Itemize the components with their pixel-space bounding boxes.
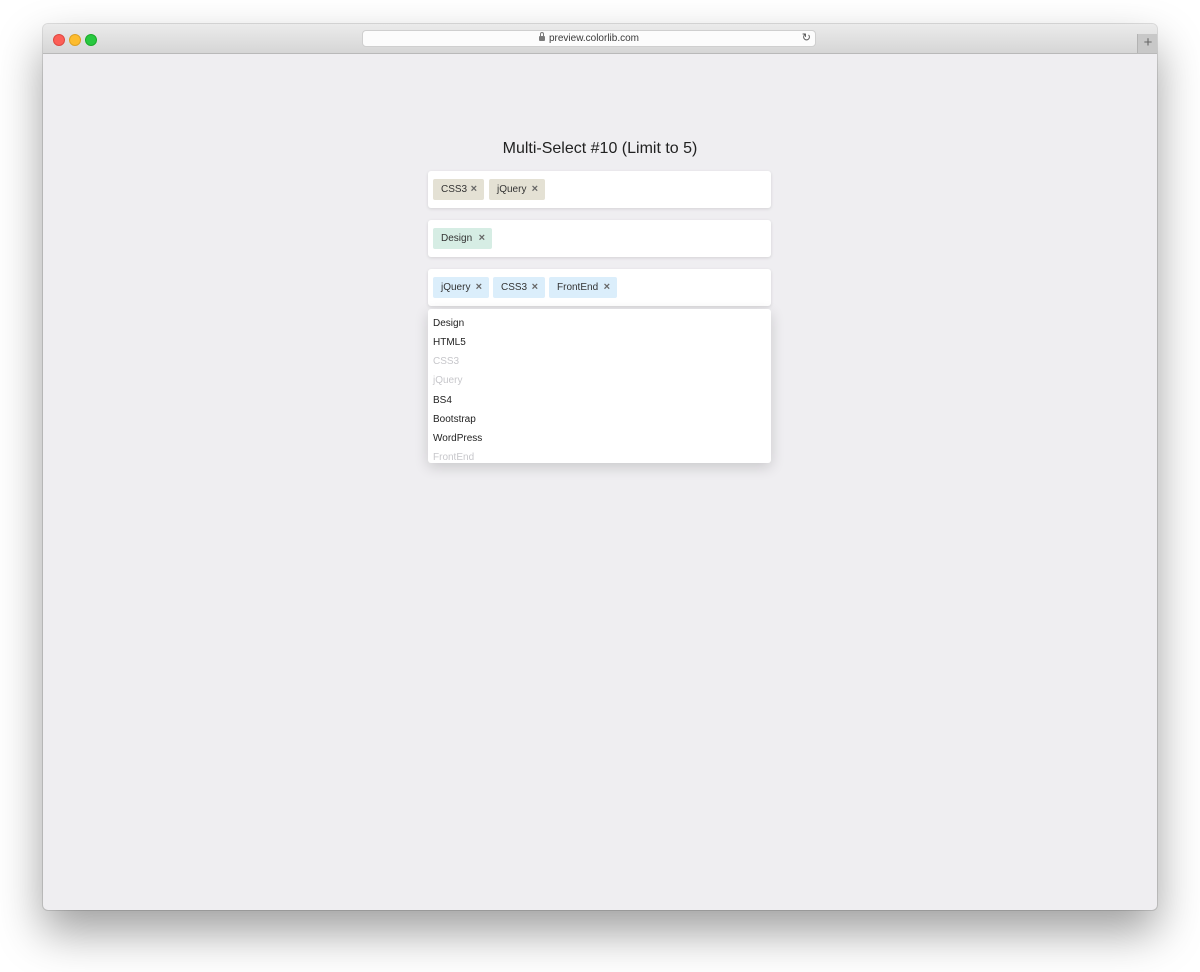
tag-label: jQuery	[441, 282, 471, 293]
remove-tag-icon[interactable]: ×	[471, 179, 477, 200]
selected-tag: jQuery ×	[433, 277, 489, 298]
selected-tag: CSS3 ×	[433, 179, 484, 200]
remove-tag-icon[interactable]: ×	[604, 277, 610, 298]
remove-tag-icon[interactable]: ×	[532, 179, 538, 200]
option-bs4[interactable]: BS4	[433, 391, 452, 410]
minimize-window-button[interactable]	[69, 34, 81, 46]
remove-tag-icon[interactable]: ×	[532, 277, 538, 298]
lock-icon	[538, 32, 545, 41]
multi-select-2[interactable]: Design ×	[428, 220, 771, 257]
tag-label: CSS3	[501, 282, 528, 293]
page-title: Multi-Select #10 (Limit to 5)	[502, 140, 698, 157]
selected-tag: jQuery ×	[489, 179, 545, 200]
selected-tag: FrontEnd ×	[549, 277, 617, 298]
option-html5[interactable]: HTML5	[433, 333, 466, 352]
tag-label: FrontEnd	[557, 282, 599, 293]
option-frontend: FrontEnd	[433, 452, 475, 463]
tag-label: Design	[441, 233, 473, 244]
reload-icon[interactable]: ↻	[802, 32, 811, 45]
option-bootstrap[interactable]: Bootstrap	[433, 410, 476, 429]
multi-select-3[interactable]: jQuery × CSS3 × FrontEnd ×	[428, 269, 771, 306]
option-jquery: jQuery	[433, 375, 463, 386]
tag-label: CSS3	[441, 184, 468, 195]
selected-tag: Design ×	[433, 228, 492, 249]
page-content: Multi-Select #10 (Limit to 5) CSS3 × jQu…	[43, 54, 1157, 910]
browser-window: preview.colorlib.com ↻ + Multi-Select #1…	[43, 24, 1157, 910]
remove-tag-icon[interactable]: ×	[476, 277, 482, 298]
option-design[interactable]: Design	[433, 314, 464, 333]
option-wordpress[interactable]: WordPress	[433, 429, 482, 448]
selected-tag: CSS3 ×	[493, 277, 545, 298]
close-window-button[interactable]	[53, 34, 65, 46]
remove-tag-icon[interactable]: ×	[479, 228, 485, 249]
url-display: preview.colorlib.com	[363, 32, 815, 44]
options-dropdown: Design HTML5 CSS3 jQuery BS4 Bootstrap W…	[428, 309, 771, 463]
new-tab-button[interactable]: +	[1137, 34, 1157, 53]
url-text: preview.colorlib.com	[548, 33, 640, 44]
title-bar: preview.colorlib.com ↻ +	[43, 24, 1157, 54]
option-css3: CSS3	[433, 356, 460, 367]
zoom-window-button[interactable]	[85, 34, 97, 46]
address-bar[interactable]: preview.colorlib.com ↻	[362, 30, 816, 47]
tag-label: jQuery	[497, 184, 527, 195]
multi-select-1[interactable]: CSS3 × jQuery ×	[428, 171, 771, 208]
